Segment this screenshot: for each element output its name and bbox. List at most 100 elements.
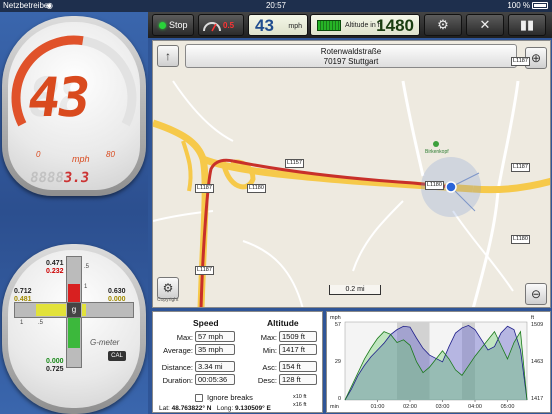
gauge-icon	[203, 22, 221, 32]
g-bar-forward	[68, 284, 80, 302]
altitude-display: Altitude in ft 1480	[310, 14, 420, 36]
calibrate-button[interactable]: CAL	[108, 351, 126, 361]
gears-icon: ⚙	[162, 281, 174, 295]
long-label: Long:	[216, 405, 234, 412]
scale-x10: x10 ft	[293, 394, 307, 400]
road-label: L1180	[511, 235, 530, 244]
g-tick-half: .5	[38, 320, 44, 326]
duration-value: 00:05:36	[195, 374, 235, 385]
g-center: g	[67, 303, 81, 317]
chart-left-axis-label: mph	[330, 315, 341, 321]
road-label: L1187	[511, 57, 530, 66]
trip-stats-panel: Speed Altitude Max: 57 mph Average: 35 m…	[152, 311, 323, 413]
zoom-in-icon: ⊕	[530, 51, 542, 65]
distance-label: Distance:	[161, 363, 193, 372]
tools-button[interactable]: ✕	[466, 14, 504, 36]
long-value: 9.130509° E	[235, 405, 271, 412]
g-bar-brake	[68, 318, 80, 348]
ignore-breaks-checkbox[interactable]	[195, 394, 203, 402]
road-label: L1187	[195, 184, 214, 193]
g-top-current: 0.232	[46, 268, 64, 275]
alt-min-label: Min:	[262, 346, 277, 355]
battery-status: 100 %	[507, 1, 548, 10]
g-tick-top: .5	[84, 264, 90, 270]
speed-display-value: 43	[255, 16, 274, 35]
g-meter-label: G-meter	[90, 338, 120, 347]
g-tick-1b: 1	[20, 320, 24, 326]
status-bar: Netzbetreiber ◉ 20:57 100 %	[0, 0, 552, 12]
address-bar: Rotenwaldstraße 70197 Stuttgart	[185, 44, 517, 68]
max-speed-label: Max:	[176, 333, 193, 342]
road-label: L1187	[195, 266, 214, 275]
distance-value: 3.34 mi	[195, 361, 235, 372]
chart-left-tick: 0	[338, 396, 341, 402]
g-bottom-max: 0.725	[46, 366, 64, 373]
scale-min: 0	[36, 150, 41, 159]
gauge-label: 0.5	[223, 21, 235, 30]
zoom-out-icon: ⊖	[530, 287, 542, 301]
toolbar: Stop 0.5 43 mph Altitude in ft 1480 ⚙ ✕ …	[148, 12, 552, 38]
road-label: L1187	[511, 163, 530, 172]
chart-x-tick: 03:00	[436, 404, 450, 410]
arrow-up-icon: ↑	[165, 49, 171, 63]
road-label: L1157	[285, 159, 304, 168]
g-bottom-current: 0.000	[46, 358, 64, 365]
g-bar-right	[82, 304, 86, 316]
clock: 20:57	[265, 1, 287, 10]
g-bar-left	[36, 304, 66, 316]
chart-right-axis-label: ft	[531, 315, 535, 321]
g-right-current: 0.000	[108, 296, 126, 303]
lat-value: 48.763822° N	[171, 405, 212, 412]
battery-icon	[532, 2, 548, 9]
city-name: 70197 Stuttgart	[323, 57, 379, 66]
chart-right-tick: 1417	[531, 396, 543, 402]
chart-x-tick: 02:00	[403, 404, 417, 410]
descent-value: 128 ft	[279, 374, 317, 385]
gears-icon: ⚙	[437, 17, 449, 32]
avg-speed-value: 35 mph	[195, 344, 235, 355]
map-settings-button[interactable]: ⚙	[157, 277, 179, 299]
road-label: L1180	[247, 184, 266, 193]
chart-x-unit: min	[330, 404, 339, 410]
speed-display: 43 mph	[248, 14, 308, 36]
altitude-display-value: 1480	[376, 16, 414, 35]
zoom-out-button[interactable]: ⊖	[525, 283, 547, 305]
settings-button[interactable]: ⚙	[424, 14, 462, 36]
ignore-breaks-label: Ignore breaks	[207, 393, 253, 402]
recording-led-icon	[159, 22, 166, 29]
scale-x16: x16 ft	[293, 402, 307, 408]
stop-button[interactable]: Stop	[152, 14, 194, 36]
location-up-button[interactable]: ↑	[157, 45, 179, 67]
altitude-level-bar	[317, 20, 341, 31]
speed-header: Speed	[193, 318, 219, 328]
chart-x-tick: 05:00	[501, 404, 515, 410]
lat-label: Lat:	[159, 405, 170, 412]
ascent-label: Asc:	[262, 363, 277, 372]
map-view[interactable]: ↑ Rotenwaldstraße 70197 Stuttgart ⊕ ⊖ ⚙ …	[152, 40, 551, 308]
stats-button[interactable]: ▮▮	[508, 14, 546, 36]
chart-right-tick: 1509	[531, 322, 543, 328]
stop-label: Stop	[169, 20, 188, 30]
descent-label: Desc:	[257, 376, 277, 385]
max-speed-value: 57 mph	[195, 331, 235, 342]
chart-x-tick: 04:00	[468, 404, 482, 410]
g-meter: g 0.471 0.232 0.712 0.481 0.630 0.000 0.…	[2, 244, 146, 414]
speedometer: 88 43 0 mph 80 88883.3	[2, 16, 146, 196]
speed-unit: mph	[72, 154, 90, 164]
speed-gauge-button[interactable]: 0.5	[198, 14, 244, 36]
speed-display-unit: mph	[288, 23, 302, 30]
alt-max-value: 1509 ft	[279, 331, 317, 342]
road-label: L1180	[425, 181, 444, 190]
altitude-speed-chart[interactable]: mph ft 57 29 0 1509 1463 1417 01:00 02:00 03:00 04:…	[326, 311, 551, 413]
coordinates: Lat: 48.763822° N Long: 9.130509° E	[159, 405, 271, 412]
map-copyright[interactable]: Copyright	[157, 297, 178, 303]
alt-min-value: 1417 ft	[279, 344, 317, 355]
odometer: 88883.3	[29, 170, 123, 186]
chart-x-tick: 01:00	[371, 404, 385, 410]
left-panel: 88 43 0 mph 80 88883.3 g 0.471 0.232 0.7…	[0, 12, 148, 414]
speed-readout: 43	[23, 66, 92, 129]
bar-chart-icon: ▮▮	[519, 17, 535, 32]
g-meter-face: g 0.471 0.232 0.712 0.481 0.630 0.000 0.…	[8, 250, 140, 408]
street-name: Rotenwaldstraße	[320, 47, 382, 56]
chart-canvas: mph ft 57 29 0 1509 1463 1417 01:00 02:00 03:00 04:…	[330, 315, 543, 410]
